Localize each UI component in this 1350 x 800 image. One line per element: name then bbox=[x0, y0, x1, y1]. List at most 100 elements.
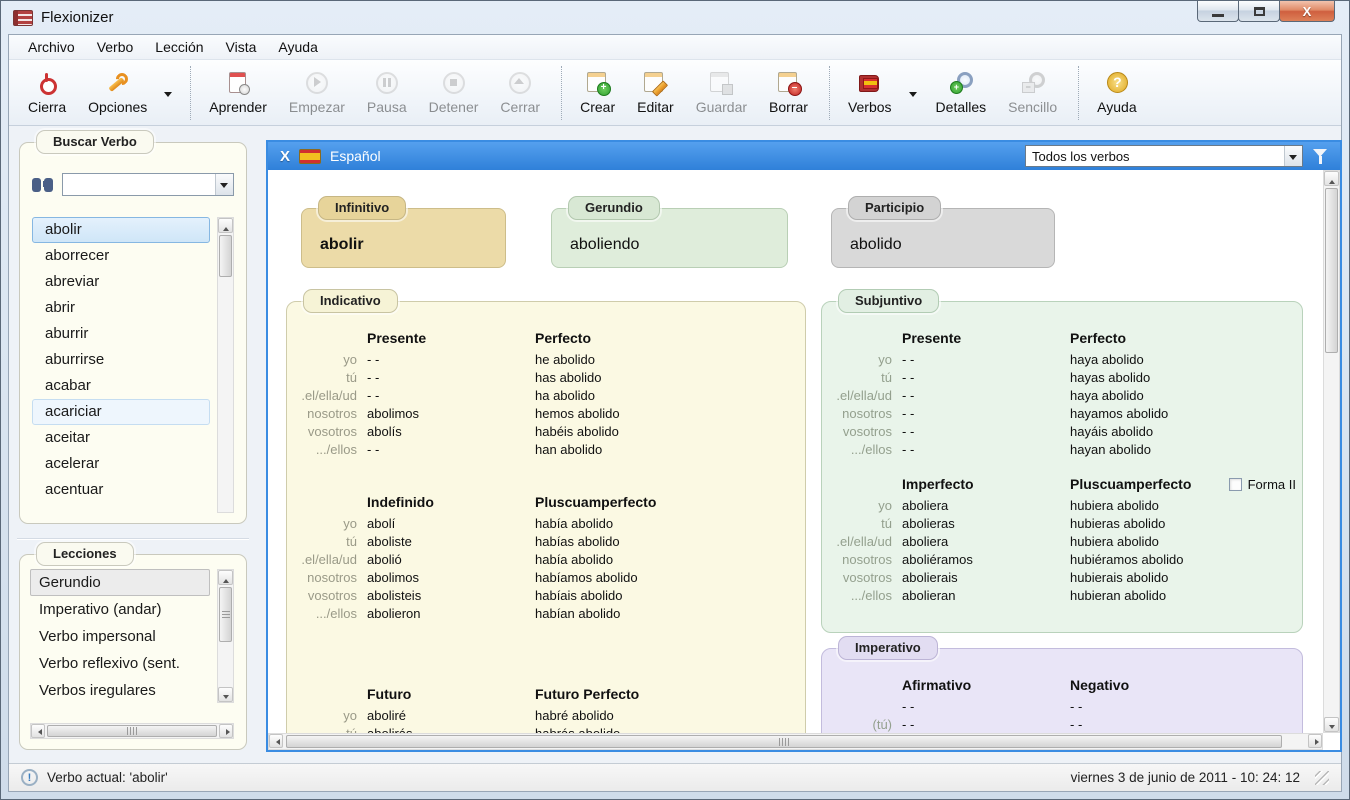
verb-filter-combobox[interactable]: Todos los verbos bbox=[1025, 145, 1303, 167]
conjugation-row: nosotrosabolimoshemos abolido bbox=[287, 406, 805, 424]
edit-icon bbox=[642, 71, 668, 95]
toolbar-button-opciones[interactable]: Opciones bbox=[77, 66, 158, 120]
conjugation-row: .el/ella/ud- -ha abolido bbox=[287, 388, 805, 406]
create-icon bbox=[585, 71, 611, 95]
verb-search-combobox[interactable] bbox=[62, 173, 234, 196]
conjugation-row: yoaboliréhabré abolido bbox=[287, 708, 805, 726]
indicativo-presente-block: PresentePerfecto yo- -he abolidotú- -has… bbox=[287, 330, 805, 460]
imperativo-section: Imperativo AfirmativoNegativo - -- -(tú)… bbox=[821, 648, 1303, 733]
lesson-item-verbo-reflexivo-sent[interactable]: Verbo reflexivo (sent. bbox=[30, 650, 210, 677]
conjugation-row: túabolierashubieras abolido bbox=[822, 516, 1302, 534]
conjugation-row: túaboliráshabrás abolido bbox=[287, 726, 805, 733]
stop-icon bbox=[441, 71, 467, 95]
verb-item-abolir[interactable]: abolir bbox=[32, 217, 210, 243]
verb-item-aborrecer[interactable]: aborrecer bbox=[32, 243, 210, 269]
conjugation-row: nosotrosabolimoshabíamos abolido bbox=[287, 570, 805, 588]
scroll-right-icon[interactable] bbox=[219, 724, 233, 738]
lesson-item-gerundio[interactable]: Gerundio bbox=[30, 569, 210, 596]
indicativo-indefinido-block: IndefinidoPluscuamperfecto yoabolíhabía … bbox=[287, 494, 805, 624]
combo-dropdown-icon[interactable] bbox=[215, 174, 233, 195]
panel-hscrollbar[interactable] bbox=[268, 733, 1323, 750]
scroll-left-icon[interactable] bbox=[31, 724, 45, 738]
status-bar: ! Verbo actual: 'abolir' viernes 3 de ju… bbox=[9, 763, 1341, 791]
verb-item-abreviar[interactable]: abreviar bbox=[32, 269, 210, 295]
menu-lecci-n[interactable]: Lección bbox=[144, 36, 214, 58]
verb-list-scrollbar[interactable] bbox=[217, 217, 234, 513]
toolbar-button-pausa[interactable]: Pausa bbox=[356, 66, 418, 120]
scrollbar-thumb[interactable] bbox=[1325, 188, 1338, 353]
forma-ii-option: Forma II bbox=[1229, 477, 1296, 492]
maximize-button[interactable] bbox=[1238, 1, 1280, 22]
imperativo-block: AfirmativoNegativo - -- -(tú)- -- -(uste… bbox=[822, 677, 1302, 733]
verb-item-acelerar[interactable]: acelerar bbox=[32, 451, 210, 477]
toolbar-button-detalles[interactable]: Detalles bbox=[925, 66, 998, 120]
pause-icon bbox=[374, 71, 400, 95]
panel-close-icon[interactable]: X bbox=[280, 149, 290, 164]
conjugation-row: .../ellosabolieranhubieran abolido bbox=[822, 588, 1302, 606]
toolbar-button-detener[interactable]: Detener bbox=[418, 66, 490, 120]
toolbar-button-ayuda[interactable]: Ayuda bbox=[1078, 66, 1147, 120]
verb-item-acentuar[interactable]: acentuar bbox=[32, 477, 210, 503]
toolbar-button-crear[interactable]: Crear bbox=[561, 66, 626, 120]
imperativo-title: Imperativo bbox=[838, 636, 938, 660]
toolbar-button-cerrar[interactable]: Cerrar bbox=[489, 66, 551, 120]
forma-ii-checkbox[interactable] bbox=[1229, 478, 1242, 491]
title-bar[interactable]: Flexionizer X bbox=[1, 1, 1349, 34]
menu-bar: ArchivoVerboLecciónVistaAyuda bbox=[9, 35, 1341, 60]
scrollbar-thumb[interactable] bbox=[286, 735, 1282, 748]
verb-item-abrir[interactable]: abrir bbox=[32, 295, 210, 321]
scroll-left-icon[interactable] bbox=[269, 734, 283, 748]
conjugation-row: yoabolierahubiera abolido bbox=[822, 498, 1302, 516]
indicativo-futuro-block: FuturoFuturo Perfecto yoaboliréhabré abo… bbox=[287, 686, 805, 733]
panel-vscrollbar[interactable] bbox=[1323, 170, 1340, 733]
minimize-button[interactable] bbox=[1197, 1, 1239, 22]
status-datetime: viernes 3 de junio de 2011 - 10: 24: 12 bbox=[1071, 770, 1300, 785]
scrollbar-thumb[interactable] bbox=[219, 235, 232, 277]
lesson-item-verbo-impersonal[interactable]: Verbo impersonal bbox=[30, 623, 210, 650]
menu-archivo[interactable]: Archivo bbox=[17, 36, 86, 58]
toolbar-button-aprender[interactable]: Aprender bbox=[190, 66, 278, 120]
verb-item-acabar[interactable]: acabar bbox=[32, 373, 210, 399]
toolbar-button-sencillo[interactable]: Sencillo bbox=[997, 66, 1068, 120]
verb-item-aburrir[interactable]: aburrir bbox=[32, 321, 210, 347]
basic-form-gerundio: Gerundio aboliendo bbox=[551, 208, 788, 268]
toolbar-button-cierra[interactable]: Cierra bbox=[17, 66, 77, 120]
conjugation-row: yo- -haya abolido bbox=[822, 352, 1302, 370]
conjugation-row: tú- -has abolido bbox=[287, 370, 805, 388]
scroll-down-icon[interactable] bbox=[218, 687, 233, 702]
scroll-up-icon[interactable] bbox=[218, 218, 233, 233]
subjuntivo-title: Subjuntivo bbox=[838, 289, 939, 313]
resize-grip[interactable] bbox=[1315, 771, 1329, 785]
verb-item-aceitar[interactable]: aceitar bbox=[32, 425, 210, 451]
toolbar-button-verbos[interactable]: Verbos bbox=[829, 66, 903, 120]
filter-funnel-icon[interactable] bbox=[1312, 148, 1328, 164]
conjugation-row: vosotros- -hayáis abolido bbox=[822, 424, 1302, 442]
close-button[interactable]: X bbox=[1279, 1, 1335, 22]
lessons-vscrollbar[interactable] bbox=[217, 569, 234, 703]
verbs-icon bbox=[857, 71, 883, 95]
verb-item-aburrirse[interactable]: aburrirse bbox=[32, 347, 210, 373]
menu-verbo[interactable]: Verbo bbox=[86, 36, 145, 58]
toolbar-button-empezar[interactable]: Empezar bbox=[278, 66, 356, 120]
combo-dropdown-icon[interactable] bbox=[1284, 146, 1302, 166]
lessons-hscrollbar[interactable] bbox=[30, 723, 234, 739]
toolbar-button-borrar[interactable]: Borrar bbox=[758, 66, 819, 120]
menu-vista[interactable]: Vista bbox=[215, 36, 268, 58]
verb-item-acariciar[interactable]: acariciar bbox=[32, 399, 210, 425]
toolbar-button-guardar[interactable]: Guardar bbox=[685, 66, 758, 120]
scrollbar-thumb[interactable] bbox=[47, 725, 217, 737]
toolbar-button-editar[interactable]: Editar bbox=[626, 66, 685, 120]
conjugation-row: .../ellosabolieronhabían abolido bbox=[287, 606, 805, 624]
scroll-up-icon[interactable] bbox=[1324, 171, 1339, 186]
scroll-down-icon[interactable] bbox=[1324, 717, 1339, 732]
lesson-item-imperativo-andar[interactable]: Imperativo (andar) bbox=[30, 596, 210, 623]
menu-ayuda[interactable]: Ayuda bbox=[267, 36, 328, 58]
scrollbar-thumb[interactable] bbox=[219, 587, 232, 642]
conjugation-row: (tú)- -- - bbox=[822, 717, 1302, 733]
scroll-up-icon[interactable] bbox=[218, 570, 233, 585]
lesson-item-verbos-iregulares[interactable]: Verbos iregulares bbox=[30, 677, 210, 701]
content-area: Buscar Verbo aboliraborrecerabreviarabri… bbox=[9, 126, 1341, 763]
conjugation-row: vosotrosabolíshabéis abolido bbox=[287, 424, 805, 442]
lessons-group: Lecciones GerundioImperativo (andar)Verb… bbox=[19, 554, 247, 750]
scroll-right-icon[interactable] bbox=[1308, 734, 1322, 748]
